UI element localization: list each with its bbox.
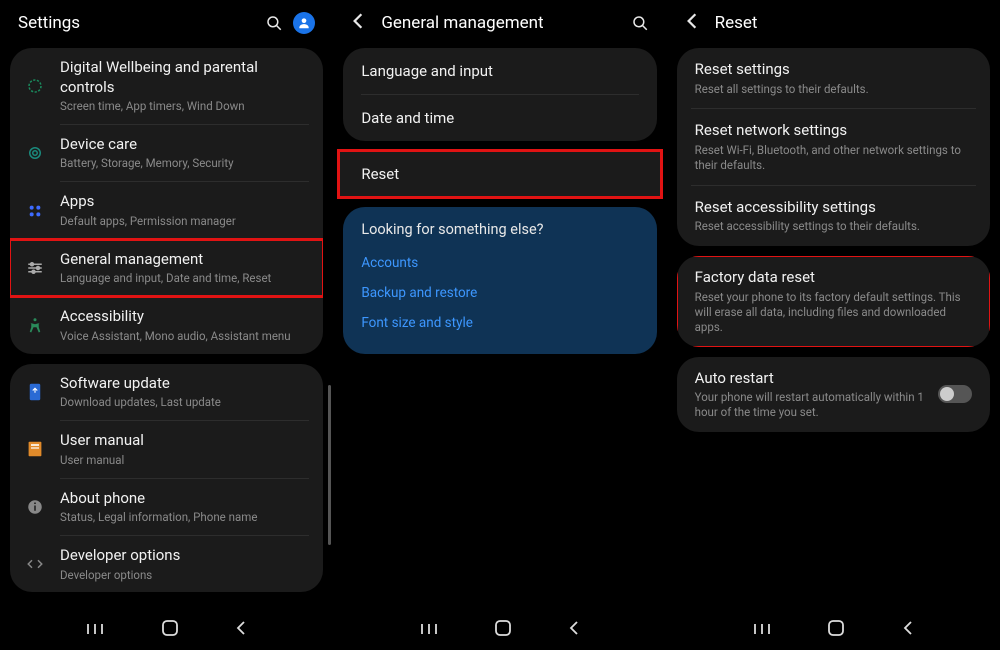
row-sub: Reset Wi-Fi, Bluetooth, and other networ… xyxy=(695,143,972,173)
back-button[interactable] xyxy=(568,620,580,640)
home-button[interactable] xyxy=(161,619,179,641)
recents-button[interactable] xyxy=(420,621,438,640)
row-title: General management xyxy=(60,250,309,270)
reset-group-1: Reset settings Reset all settings to the… xyxy=(677,48,990,246)
reset-group-3: Auto restart Your phone will restart aut… xyxy=(677,357,990,432)
row-user-manual[interactable]: User manual User manual xyxy=(10,421,323,477)
row-title: Reset accessibility settings xyxy=(695,198,972,218)
header: Reset xyxy=(667,0,1000,48)
navbar xyxy=(333,610,666,650)
home-button[interactable] xyxy=(494,619,512,641)
info-icon xyxy=(24,498,46,516)
row-reset[interactable]: Reset xyxy=(339,151,660,197)
row-about-phone[interactable]: About phone Status, Legal information, P… xyxy=(10,479,323,535)
row-date-time[interactable]: Date and time xyxy=(343,95,656,141)
recents-button[interactable] xyxy=(86,621,104,640)
row-sub: Reset your phone to its factory default … xyxy=(695,290,972,335)
suggestions-card: Looking for something else? Accounts Bac… xyxy=(343,207,656,354)
row-title: Auto restart xyxy=(695,369,938,389)
profile-avatar[interactable] xyxy=(293,12,315,34)
reset-group-2: Factory data reset Reset your phone to i… xyxy=(677,256,990,346)
row-title: About phone xyxy=(60,489,309,509)
wellbeing-icon xyxy=(24,77,46,95)
gm-group-reset: Reset xyxy=(339,151,660,197)
row-sub: Reset accessibility settings to their de… xyxy=(695,219,972,234)
navbar xyxy=(667,610,1000,650)
row-sub: Reset all settings to their defaults. xyxy=(695,82,972,97)
settings-screen: Settings Digital Wellbeing and parental … xyxy=(0,0,333,650)
row-sub: Status, Legal information, Phone name xyxy=(60,510,309,525)
row-sub: Voice Assistant, Mono audio, Assistant m… xyxy=(60,329,309,344)
row-apps[interactable]: Apps Default apps, Permission manager xyxy=(10,182,323,238)
user-manual-icon xyxy=(24,440,46,458)
row-general-management[interactable]: General management Language and input, D… xyxy=(10,240,323,296)
settings-group-1: Digital Wellbeing and parental controls … xyxy=(10,48,323,354)
back-button[interactable] xyxy=(235,620,247,640)
row-device-care[interactable]: Device care Battery, Storage, Memory, Se… xyxy=(10,125,323,181)
reset-list: Reset settings Reset all settings to the… xyxy=(667,48,1000,610)
row-title: Device care xyxy=(60,135,309,155)
row-title: Apps xyxy=(60,192,309,212)
settings-list: Digital Wellbeing and parental controls … xyxy=(0,48,333,610)
row-developer-options[interactable]: Developer options Developer options xyxy=(10,536,323,592)
row-title: Accessibility xyxy=(60,307,309,327)
search-icon[interactable] xyxy=(631,14,649,32)
row-reset-settings[interactable]: Reset settings Reset all settings to the… xyxy=(677,48,990,108)
row-sub: Battery, Storage, Memory, Security xyxy=(60,156,309,171)
row-title: Reset settings xyxy=(695,60,972,80)
general-management-icon xyxy=(24,261,46,275)
row-sub: Download updates, Last update xyxy=(60,395,309,410)
row-reset-accessibility[interactable]: Reset accessibility settings Reset acces… xyxy=(677,186,990,246)
auto-restart-toggle[interactable] xyxy=(938,385,972,403)
row-title: Factory data reset xyxy=(695,268,972,288)
row-title: Reset network settings xyxy=(695,121,972,141)
row-title: Digital Wellbeing and parental controls xyxy=(60,58,309,97)
home-button[interactable] xyxy=(827,619,845,641)
header: Settings xyxy=(0,0,333,48)
row-sub: Default apps, Permission manager xyxy=(60,214,309,229)
row-auto-restart[interactable]: Auto restart Your phone will restart aut… xyxy=(677,357,990,432)
header: General management xyxy=(333,0,666,48)
row-title: User manual xyxy=(60,431,309,451)
row-title: Software update xyxy=(60,374,309,394)
settings-group-2: Software update Download updates, Last u… xyxy=(10,364,323,593)
reset-screen: Reset Reset settings Reset all settings … xyxy=(667,0,1000,650)
general-management-list: Language and input Date and time Reset L… xyxy=(333,48,666,610)
row-sub: Language and input, Date and time, Reset xyxy=(60,271,309,286)
row-sub: Your phone will restart automatically wi… xyxy=(695,390,938,420)
page-title: Reset xyxy=(715,13,982,33)
suggest-link-backup[interactable]: Backup and restore xyxy=(361,278,638,308)
row-factory-reset[interactable]: Factory data reset Reset your phone to i… xyxy=(677,256,990,346)
row-title: Developer options xyxy=(60,546,309,566)
gm-group-1: Language and input Date and time xyxy=(343,48,656,141)
general-management-screen: General management Language and input Da… xyxy=(333,0,666,650)
page-title: Settings xyxy=(18,13,255,33)
back-button[interactable] xyxy=(902,620,914,640)
suggest-link-accounts[interactable]: Accounts xyxy=(361,248,638,278)
back-icon[interactable] xyxy=(685,12,699,34)
row-sub: Developer options xyxy=(60,568,309,583)
row-sub: User manual xyxy=(60,453,309,468)
row-language-input[interactable]: Language and input xyxy=(343,48,656,94)
row-software-update[interactable]: Software update Download updates, Last u… xyxy=(10,364,323,420)
recents-button[interactable] xyxy=(753,621,771,640)
suggest-link-font[interactable]: Font size and style xyxy=(361,308,638,338)
apps-icon xyxy=(24,203,46,219)
scrollbar[interactable] xyxy=(328,385,331,545)
navbar xyxy=(0,610,333,650)
row-reset-network[interactable]: Reset network settings Reset Wi-Fi, Blue… xyxy=(677,109,990,184)
software-update-icon xyxy=(24,383,46,401)
row-digital-wellbeing[interactable]: Digital Wellbeing and parental controls … xyxy=(10,48,323,124)
back-icon[interactable] xyxy=(351,12,365,34)
accessibility-icon xyxy=(24,316,46,334)
row-sub: Screen time, App timers, Wind Down xyxy=(60,99,309,114)
search-icon[interactable] xyxy=(265,14,283,32)
row-accessibility[interactable]: Accessibility Voice Assistant, Mono audi… xyxy=(10,297,323,353)
device-care-icon xyxy=(24,144,46,162)
developer-icon xyxy=(24,557,46,571)
page-title: General management xyxy=(381,13,620,33)
suggestions-title: Looking for something else? xyxy=(361,221,638,238)
